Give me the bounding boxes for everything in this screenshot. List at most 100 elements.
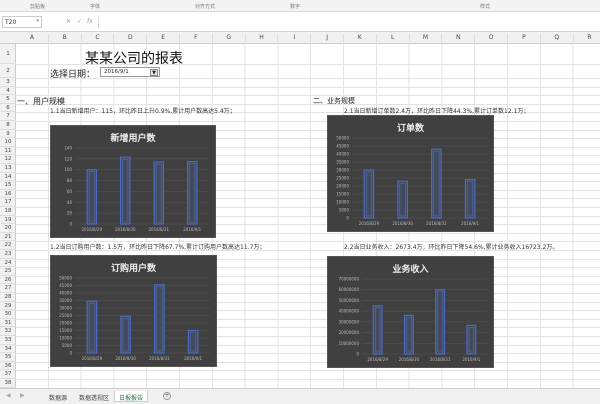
column-header[interactable]: I	[278, 34, 312, 44]
bar[interactable]	[119, 156, 131, 225]
enter-icon[interactable]: ✓	[77, 18, 82, 25]
column-header[interactable]: A	[16, 34, 49, 44]
row-header[interactable]: 32	[0, 327, 16, 336]
column-header[interactable]: L	[377, 34, 410, 44]
row-header[interactable]: 13	[0, 164, 16, 173]
column-header[interactable]: F	[180, 34, 213, 44]
bar[interactable]	[154, 284, 165, 354]
row-header[interactable]: 18	[0, 207, 16, 216]
row-header[interactable]: 35	[0, 353, 16, 362]
row-header[interactable]: 7	[0, 112, 16, 121]
row-header[interactable]: 21	[0, 233, 16, 242]
row-header[interactable]: 33	[0, 336, 16, 345]
row-header[interactable]: 26	[0, 276, 16, 285]
prev-sheet-icon[interactable]: ◀	[6, 392, 11, 399]
row-header[interactable]: 3	[0, 78, 16, 87]
y-tick-label: 15000	[59, 328, 72, 333]
row-header[interactable]: 31	[0, 319, 16, 328]
bar[interactable]	[403, 314, 414, 355]
row-header[interactable]: 37	[0, 370, 16, 379]
insert-function-icon[interactable]: fx	[87, 18, 93, 25]
column-header[interactable]: N	[442, 34, 476, 44]
row-header[interactable]: 4	[0, 87, 16, 96]
bar[interactable]	[466, 324, 477, 355]
row-header[interactable]: 12	[0, 155, 16, 164]
cancel-icon[interactable]: ✕	[66, 18, 71, 25]
column-header[interactable]: G	[213, 34, 246, 44]
column-header[interactable]: P	[508, 34, 541, 44]
bar[interactable]	[363, 169, 375, 219]
row-header[interactable]: 28	[0, 293, 16, 302]
row-header[interactable]: 19	[0, 216, 16, 225]
column-header[interactable]: D	[114, 34, 148, 44]
name-box[interactable]: T20 ▾	[2, 16, 42, 28]
row-header[interactable]: 36	[0, 362, 16, 371]
y-tick-label: 0	[346, 216, 349, 221]
column-header[interactable]: R	[574, 34, 600, 44]
row-header[interactable]: 10	[0, 138, 16, 147]
ribbon-group-number[interactable]: 数字	[290, 3, 300, 10]
bar[interactable]	[187, 329, 199, 354]
row-header[interactable]: 2	[0, 64, 16, 78]
row-header[interactable]: 9	[0, 130, 16, 139]
row-header[interactable]: 20	[0, 224, 16, 233]
column-header[interactable]: K	[344, 34, 377, 44]
add-sheet-icon[interactable]: +	[163, 392, 171, 400]
y-tick-label: 0	[356, 352, 359, 357]
row-header[interactable]: 24	[0, 259, 16, 268]
row-header[interactable]: 29	[0, 302, 16, 311]
row-header[interactable]: 14	[0, 173, 16, 182]
chart-new-users[interactable]: 新增用户数 0 20 40 60 80 100 120 140 2016/8/29 2016/8/3…	[50, 125, 216, 238]
row-header[interactable]: 22	[0, 241, 16, 250]
bar[interactable]	[186, 160, 198, 225]
ribbon-group-font[interactable]: 字体	[90, 3, 100, 10]
column-header[interactable]: B	[49, 34, 82, 44]
chart-revenue[interactable]: 业务收入 0 10000000 20000000 30000000 40000000 500…	[327, 256, 494, 368]
chart-subscribed-users[interactable]: 订购用户数 0 5000 10000 15000 20000 25000 30000 35000…	[50, 255, 217, 367]
chevron-down-icon[interactable]: ▼	[150, 69, 158, 76]
row-header[interactable]: 27	[0, 284, 16, 293]
bar[interactable]	[431, 148, 442, 219]
tab-daily-report[interactable]: 日报报告	[114, 391, 149, 402]
date-select[interactable]: 2016/9/1 ▼	[100, 67, 160, 77]
bar[interactable]	[435, 289, 446, 355]
row-header[interactable]: 11	[0, 147, 16, 156]
bar[interactable]	[120, 315, 131, 354]
column-header[interactable]: H	[246, 34, 279, 44]
ribbon-group-clipboard[interactable]: 剪贴板	[30, 3, 45, 10]
row-header[interactable]: 8	[0, 121, 16, 130]
row-header[interactable]: 6	[0, 104, 16, 113]
column-header[interactable]: J	[311, 34, 344, 44]
bar[interactable]	[464, 178, 476, 219]
x-tick-label: 2016/8/29	[359, 221, 380, 226]
bar[interactable]	[372, 305, 383, 355]
formula-input[interactable]	[98, 16, 600, 28]
column-header[interactable]: E	[147, 34, 180, 44]
row-header[interactable]: 17	[0, 198, 16, 207]
tab-pivot[interactable]: 数据透视区	[75, 391, 113, 402]
column-header[interactable]: Q	[541, 34, 574, 44]
row-header[interactable]: 5	[0, 95, 16, 104]
column-header[interactable]: C	[82, 34, 115, 44]
bar[interactable]	[86, 300, 98, 354]
chevron-down-icon[interactable]: ▾	[36, 18, 39, 24]
row-header[interactable]: 30	[0, 310, 16, 319]
row-header[interactable]: 38	[0, 379, 16, 388]
next-sheet-icon[interactable]: ▶	[20, 392, 25, 399]
column-header[interactable]: O	[475, 34, 508, 44]
chart-orders[interactable]: 订单数 0 5000 10000 15000 20000 25000 30000 35000 40…	[327, 115, 494, 232]
bar[interactable]	[397, 180, 408, 219]
column-header[interactable]: M	[410, 34, 443, 44]
row-header[interactable]: 25	[0, 267, 16, 276]
bar[interactable]	[86, 169, 98, 225]
tab-data-source[interactable]: 数据源	[45, 391, 71, 402]
row-header[interactable]: 1	[0, 44, 16, 64]
row-header[interactable]: 15	[0, 181, 16, 190]
bar[interactable]	[153, 161, 165, 225]
row-header[interactable]: 23	[0, 250, 16, 259]
ribbon-group-styles[interactable]: 样式	[480, 3, 490, 10]
row-header[interactable]: 16	[0, 190, 16, 199]
ribbon-group-alignment[interactable]: 对齐方式	[195, 3, 215, 10]
row-header[interactable]: 34	[0, 345, 16, 354]
row-line	[16, 78, 600, 79]
